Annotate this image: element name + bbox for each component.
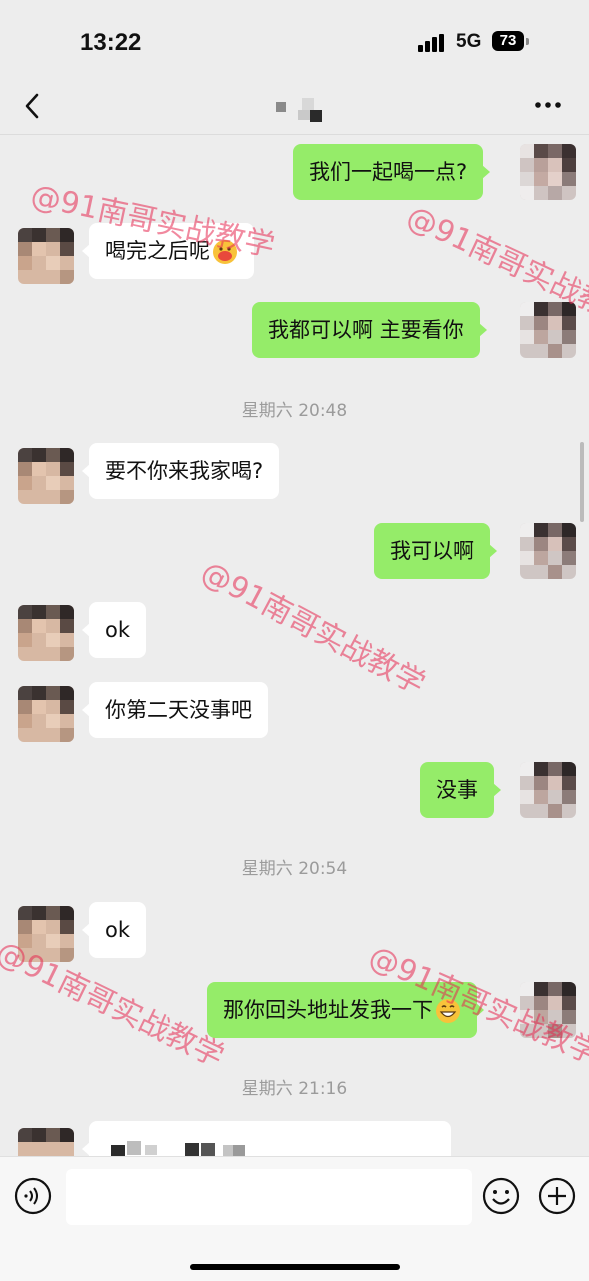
- message-text: 喝完之后呢: [105, 239, 210, 263]
- input-bar: [0, 1156, 589, 1281]
- message-bubble[interactable]: ok: [81, 902, 147, 958]
- timestamp: 星期六 21:16: [241, 1079, 348, 1099]
- home-indicator[interactable]: [190, 1264, 400, 1270]
- status-time: 13:22: [80, 29, 142, 56]
- more-button[interactable]: [530, 90, 566, 120]
- avatar[interactable]: [18, 228, 74, 284]
- plus-button[interactable]: [538, 1177, 576, 1215]
- message-bubble[interactable]: 我都可以啊 主要看你: [252, 302, 487, 358]
- avatar[interactable]: [18, 1128, 74, 1156]
- message-bubble[interactable]: 那你回头地址发我一下: [207, 982, 484, 1038]
- back-button[interactable]: [16, 88, 50, 124]
- signal-icon: [418, 34, 448, 52]
- avatar[interactable]: [520, 762, 576, 818]
- voice-icon: [14, 1177, 52, 1215]
- chat-header: [0, 82, 589, 135]
- message-input[interactable]: [66, 1169, 472, 1225]
- avatar-mosaic: [520, 144, 576, 200]
- battery-level: 73: [492, 31, 524, 51]
- timestamp: 星期六 20:48: [241, 401, 348, 421]
- more-horizontal-icon: [535, 102, 561, 108]
- message-bubble[interactable]: 我可以啊: [374, 523, 497, 579]
- chevron-left-icon: [25, 93, 39, 119]
- message-bubble[interactable]: 你第二天没事吧: [82, 682, 268, 738]
- message-bubble[interactable]: 我们一起喝一点?: [293, 144, 491, 200]
- avatar-mosaic: [18, 448, 74, 504]
- network-type: 5G: [456, 31, 482, 52]
- avatar-mosaic: [520, 523, 576, 579]
- avatar-mosaic: [520, 762, 576, 818]
- avatar[interactable]: [18, 686, 74, 742]
- message-list[interactable]: 我们一起喝一点? 喝完之后呢 我都可以啊 主要看你 星期六 20:48 要不你来…: [0, 134, 589, 1156]
- voice-button[interactable]: [14, 1177, 52, 1215]
- message-text: 那你回头地址发我一下: [223, 998, 433, 1022]
- mask-face-emoji-icon: [213, 240, 237, 264]
- smile-icon: [482, 1177, 520, 1215]
- pixelated-content: [111, 1141, 245, 1156]
- avatar-mosaic: [520, 302, 576, 358]
- avatar[interactable]: [520, 302, 576, 358]
- avatar[interactable]: [520, 144, 576, 200]
- avatar[interactable]: [18, 605, 74, 661]
- chat-title: [270, 98, 330, 122]
- avatar[interactable]: [18, 906, 74, 962]
- message-bubble[interactable]: ok: [81, 602, 147, 658]
- grinning-face-emoji-icon: [436, 999, 460, 1023]
- pixelated-message-bubble[interactable]: [82, 1121, 451, 1156]
- avatar[interactable]: [520, 523, 576, 579]
- message-bubble[interactable]: 没事: [420, 762, 501, 818]
- avatar-mosaic: [18, 686, 74, 742]
- message-bubble[interactable]: 喝完之后呢: [82, 223, 254, 279]
- battery-icon: 73: [492, 31, 530, 53]
- avatar-mosaic: [18, 228, 74, 284]
- plus-circle-icon: [538, 1177, 576, 1215]
- timestamp: 星期六 20:54: [241, 859, 348, 879]
- emoji-button[interactable]: [482, 1177, 520, 1215]
- avatar[interactable]: [520, 982, 576, 1038]
- status-bar: 13:22 5G 73: [0, 0, 589, 82]
- avatar[interactable]: [18, 448, 74, 504]
- message-bubble[interactable]: 要不你来我家喝?: [81, 443, 280, 499]
- avatar-mosaic: [18, 605, 74, 661]
- avatar-mosaic: [520, 982, 576, 1038]
- scrollbar[interactable]: [580, 442, 584, 522]
- avatar-mosaic: [18, 1128, 74, 1156]
- avatar-mosaic: [18, 906, 74, 962]
